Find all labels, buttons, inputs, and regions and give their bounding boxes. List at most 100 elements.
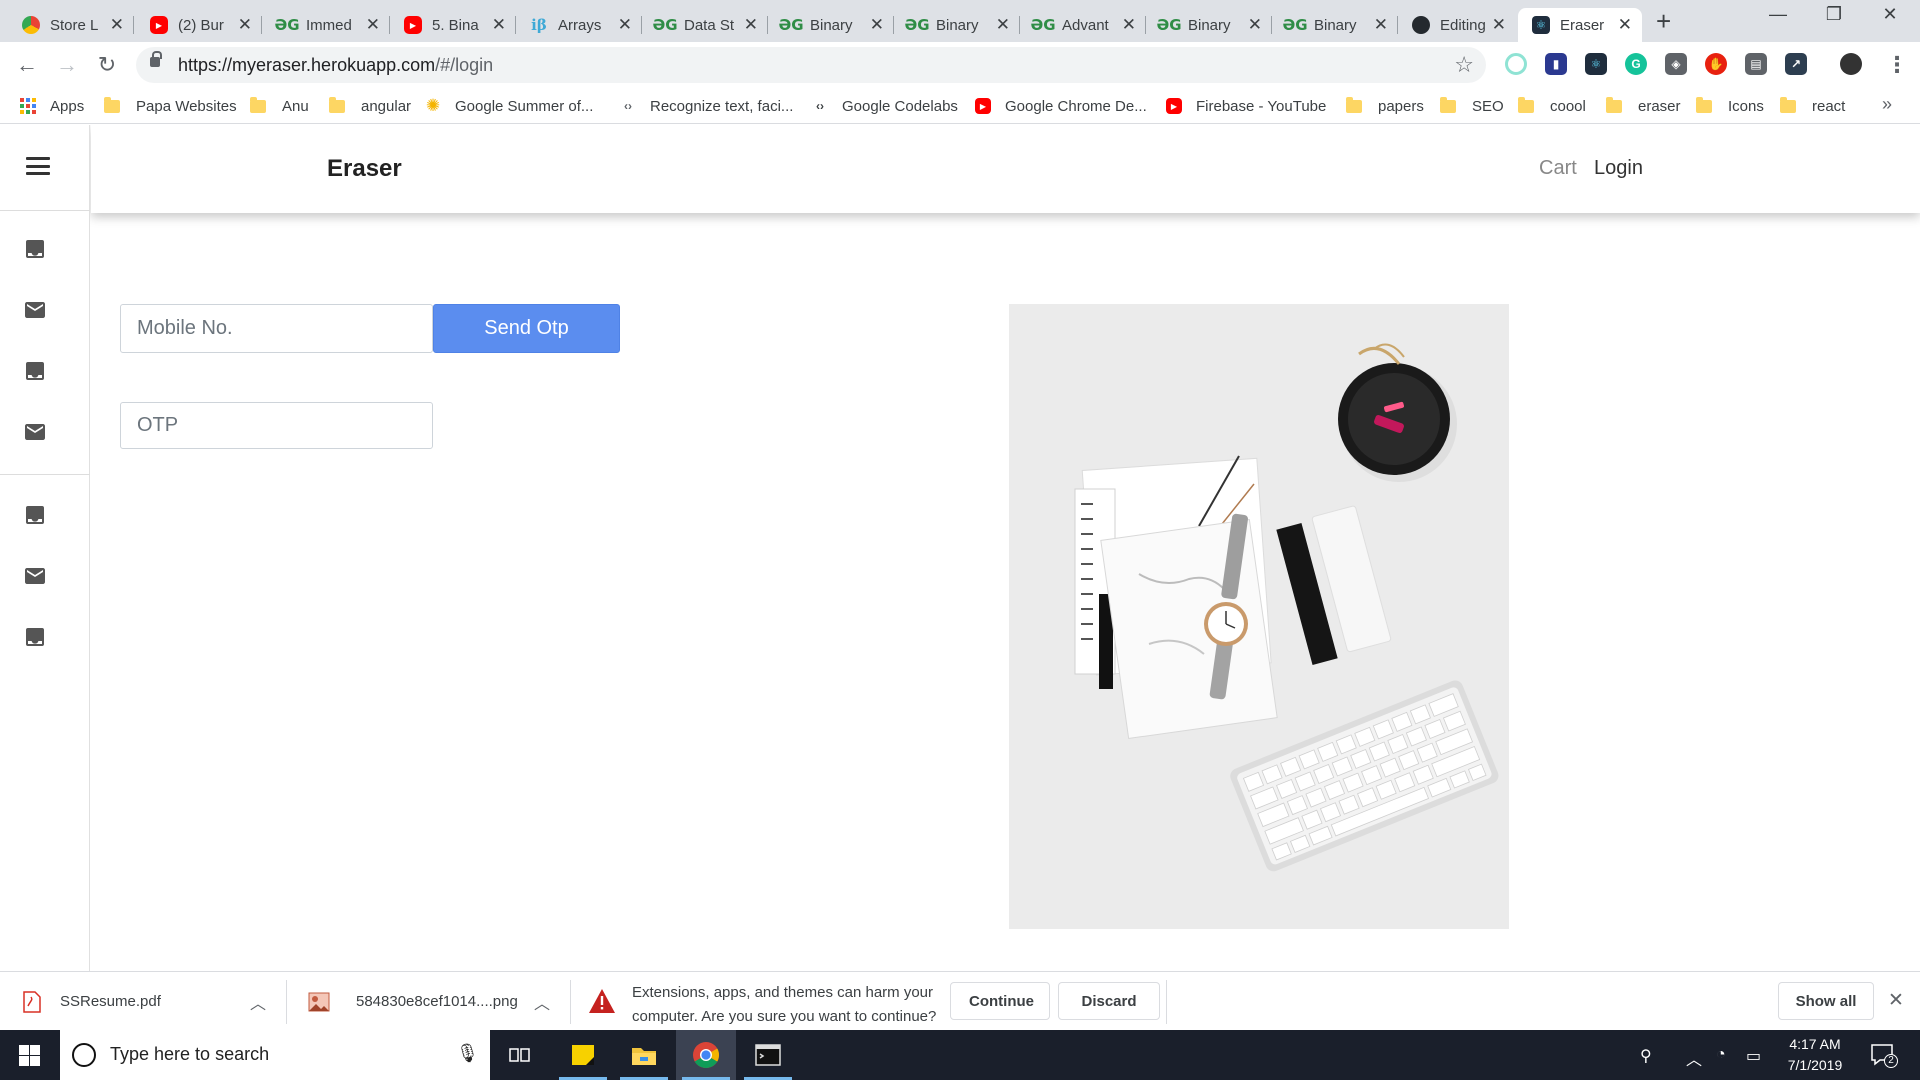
browser-tab[interactable]: ƏG Binary ✕	[894, 8, 1020, 42]
close-tab-icon[interactable]: ✕	[238, 15, 252, 35]
brand-title[interactable]: Eraser	[327, 155, 402, 183]
restore-window-button[interactable]: ❐	[1804, 4, 1864, 25]
browser-tab[interactable]: Store L ✕	[8, 8, 134, 42]
react-devtools-icon[interactable]: ⚛	[1585, 53, 1607, 75]
continue-button[interactable]: Continue	[950, 982, 1050, 1020]
browser-tab[interactable]: ƏG Immed ✕	[264, 8, 390, 42]
bookmark-folder[interactable]: papers	[1346, 96, 1424, 116]
close-tab-icon[interactable]: ✕	[1248, 15, 1262, 35]
hamburger-menu-icon[interactable]	[26, 157, 50, 175]
address-url[interactable]: https://myeraser.herokuapp.com/#/login	[178, 55, 493, 76]
download-box-icon[interactable]	[23, 625, 47, 649]
browser-tab[interactable]: Editing ✕	[1398, 8, 1516, 42]
browser-tab[interactable]: ▶ 5. Bina ✕	[390, 8, 516, 42]
browser-tab[interactable]: ƏG Binary ✕	[1272, 8, 1398, 42]
mail-icon[interactable]	[23, 564, 47, 588]
wifi-icon[interactable]: ◔	[1716, 1046, 1726, 1064]
extension-icon[interactable]: ▮	[1545, 53, 1567, 75]
show-hidden-icons-chevron[interactable]: ︿	[1686, 1046, 1702, 1070]
notification-center-icon[interactable]: 2	[1870, 1042, 1898, 1068]
bookmark-folder[interactable]: Papa Websites	[104, 96, 237, 116]
close-tab-icon[interactable]: ✕	[870, 15, 884, 35]
otp-input[interactable]	[120, 402, 433, 449]
forward-arrow-icon[interactable]: →	[54, 52, 80, 78]
cart-link[interactable]: Cart	[1539, 157, 1577, 180]
chevron-up-icon[interactable]: ︿	[250, 990, 266, 1014]
bookmark-folder[interactable]: react	[1780, 96, 1845, 116]
close-tab-icon[interactable]: ✕	[366, 15, 380, 35]
bookmark-link[interactable]: ▶ Firebase - YouTube	[1166, 96, 1326, 116]
close-tab-icon[interactable]: ✕	[1492, 15, 1506, 35]
bookmark-link[interactable]: ▶ Google Chrome De...	[975, 96, 1147, 116]
bookmark-star-icon[interactable]: ☆	[1454, 52, 1474, 78]
browser-tab[interactable]: ▶ (2) Bur ✕	[136, 8, 262, 42]
browser-tab[interactable]: iβ Arrays ✕	[516, 8, 642, 42]
battery-icon[interactable]: ▭	[1746, 1046, 1761, 1066]
browser-tab[interactable]: ƏG Advant ✕	[1020, 8, 1146, 42]
more-menu-icon[interactable]: ⋮	[1886, 52, 1908, 78]
close-tab-icon[interactable]: ✕	[1618, 15, 1632, 35]
profile-avatar-icon[interactable]	[1840, 53, 1862, 75]
adblock-icon[interactable]: ✋	[1705, 53, 1727, 75]
mail-icon[interactable]	[23, 420, 47, 444]
minimize-window-button[interactable]: —	[1748, 4, 1808, 25]
extension-icon[interactable]: ▤	[1745, 53, 1767, 75]
login-link[interactable]: Login	[1594, 157, 1643, 180]
extension-icon[interactable]	[1505, 53, 1527, 75]
bookmark-folder[interactable]: coool	[1518, 96, 1586, 116]
download-item[interactable]: SSResume.pdf	[22, 972, 161, 1031]
new-tab-button[interactable]: +	[1656, 6, 1671, 37]
close-tab-icon[interactable]: ✕	[110, 15, 124, 35]
download-box-icon[interactable]	[23, 503, 47, 527]
back-arrow-icon[interactable]: ←	[14, 52, 40, 78]
mobile-number-input[interactable]	[120, 304, 433, 353]
close-shelf-icon[interactable]: ✕	[1888, 989, 1904, 1012]
chevron-up-icon[interactable]: ︿	[534, 990, 550, 1014]
code-icon: ‹›	[624, 99, 632, 113]
close-tab-icon[interactable]: ✕	[1122, 15, 1136, 35]
gfg-icon: ƏG	[274, 16, 300, 34]
windows-start-icon[interactable]	[19, 1045, 40, 1066]
bookmark-apps[interactable]: Apps	[20, 96, 84, 116]
browser-tab[interactable]: ƏG Data St ✕	[642, 8, 768, 42]
file-explorer-icon[interactable]	[614, 1030, 674, 1080]
more-bookmarks-icon[interactable]: »	[1882, 94, 1892, 115]
show-all-button[interactable]: Show all	[1778, 982, 1874, 1020]
download-item[interactable]: 584830e8cef1014....png	[308, 972, 518, 1031]
extension-icon[interactable]: ◈	[1665, 53, 1687, 75]
bookmark-folder[interactable]: Anu	[250, 96, 309, 116]
bookmark-link[interactable]: ✺ Google Summer of...	[425, 96, 594, 116]
bookmark-folder[interactable]: Icons	[1696, 96, 1764, 116]
bookmark-link[interactable]: ‹› Recognize text, faci...	[620, 96, 793, 116]
terminal-icon[interactable]	[738, 1030, 798, 1080]
taskbar-clock[interactable]: 4:17 AM 7/1/2019	[1770, 1034, 1860, 1076]
close-tab-icon[interactable]: ✕	[492, 15, 506, 35]
reload-icon[interactable]: ↻	[94, 52, 120, 78]
browser-tab[interactable]: ƏG Binary ✕	[1146, 8, 1272, 42]
close-tab-icon[interactable]: ✕	[618, 15, 632, 35]
address-bar[interactable]: https://myeraser.herokuapp.com/#/login ☆	[136, 47, 1486, 83]
bookmark-folder[interactable]: angular	[329, 96, 411, 116]
discard-button[interactable]: Discard	[1058, 982, 1160, 1020]
extension-icon[interactable]: ↗	[1785, 53, 1807, 75]
send-otp-button[interactable]: Send Otp	[433, 304, 620, 353]
download-box-icon[interactable]	[23, 237, 47, 261]
bookmark-link[interactable]: ‹› Google Codelabs	[812, 96, 958, 116]
mail-icon[interactable]	[23, 298, 47, 322]
bookmark-folder[interactable]: SEO	[1440, 96, 1504, 116]
microphone-icon[interactable]: 🎙	[456, 1043, 479, 1064]
browser-tab-active[interactable]: ⚛ Eraser ✕	[1518, 8, 1642, 42]
bookmark-folder[interactable]: eraser	[1606, 96, 1681, 116]
task-view-icon[interactable]	[490, 1030, 550, 1080]
close-tab-icon[interactable]: ✕	[996, 15, 1010, 35]
close-tab-icon[interactable]: ✕	[1374, 15, 1388, 35]
browser-tab[interactable]: ƏG Binary ✕	[768, 8, 894, 42]
close-tab-icon[interactable]: ✕	[744, 15, 758, 35]
chrome-taskbar-icon[interactable]	[676, 1030, 736, 1080]
close-window-button[interactable]: ✕	[1860, 4, 1920, 25]
download-box-icon[interactable]	[23, 359, 47, 383]
taskbar-search-box[interactable]: Type here to search 🎙	[60, 1030, 490, 1080]
grammarly-icon[interactable]: G	[1625, 53, 1647, 75]
people-icon[interactable]: ⚲	[1640, 1046, 1652, 1066]
sticky-notes-icon[interactable]	[553, 1030, 613, 1080]
